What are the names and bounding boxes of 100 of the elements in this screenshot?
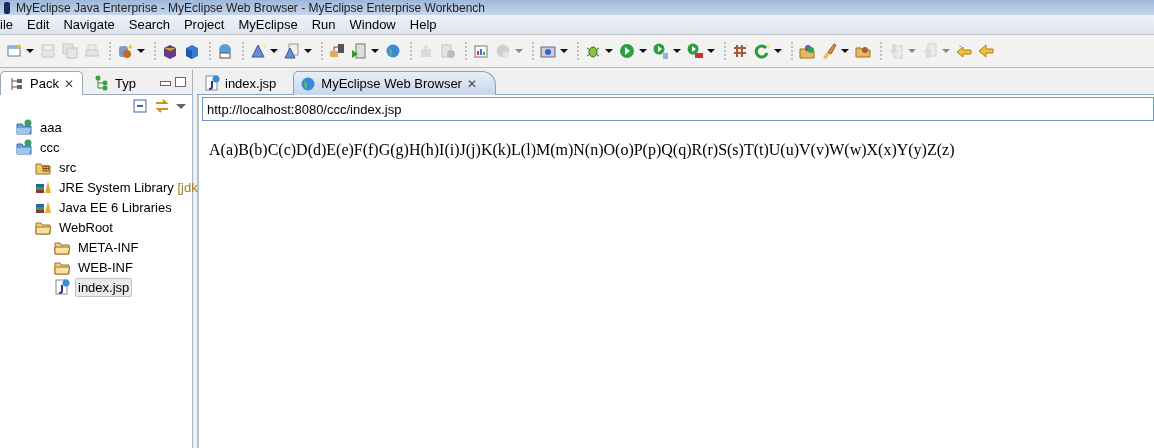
toolbar-button[interactable] (653, 43, 681, 59)
cube-icon (162, 43, 178, 59)
maximize-icon[interactable] (175, 77, 186, 87)
folder-icon (54, 239, 70, 255)
toolbar-button[interactable] (540, 43, 568, 59)
app-icon (4, 2, 10, 14)
save-all-icon (62, 43, 78, 59)
save-icon (40, 43, 56, 59)
close-icon[interactable]: ✕ (466, 76, 477, 91)
toolbar-button[interactable] (117, 43, 145, 59)
up-arrow-page-icon (922, 43, 938, 59)
bug-icon (585, 43, 601, 59)
grid-icon (732, 43, 748, 59)
run-toolbox-icon (687, 43, 703, 59)
tree-item[interactable]: src (56, 157, 80, 177)
menu-item[interactable]: MyEclipse (231, 17, 305, 32)
jsp-file-icon (54, 279, 70, 295)
run-list-icon (653, 43, 669, 59)
editor-tab[interactable]: MyEclipse Web Browser ✕ (293, 71, 496, 95)
project-folder-icon (16, 119, 32, 135)
caret-icon (270, 49, 278, 53)
caret-icon (304, 49, 312, 53)
tree-item[interactable]: ccc (37, 137, 63, 157)
view-tab[interactable]: Pack ✕ (0, 71, 83, 95)
camera-icon (540, 43, 556, 59)
toolbar-button[interactable] (329, 43, 345, 59)
new-window-icon (6, 43, 22, 59)
menu-item[interactable]: Window (342, 17, 403, 32)
tree-item[interactable]: index.jsp (75, 277, 133, 297)
left-arrow-icon (978, 43, 994, 59)
menu-item[interactable]: Project (176, 17, 232, 32)
view-tab[interactable]: Typ (84, 71, 145, 94)
globe-icon (385, 43, 401, 59)
close-icon[interactable]: ✕ (63, 76, 74, 91)
toolbar-button[interactable] (250, 43, 278, 59)
caret-icon (515, 49, 523, 53)
tree-item[interactable]: WEB-INF (75, 257, 136, 277)
menu-item[interactable]: Run (304, 17, 343, 32)
caret-icon (605, 49, 613, 53)
window-title: MyEclipse Java Enterprise - MyEclipse Web Browser - MyEclipse Enterprise Workbench (16, 1, 486, 15)
hierarchy-icon (93, 75, 110, 91)
page-text: A(a)B(b)C(c)D(d)E(e)F(f)G(g)H(h)I(i)J(j)K(k)L(l)M(m)N(n)O(o)P(p)Q(q)R(r)S(s)T(t)U(u)V(v)W(w)X(x)Y(y)Z(z) (208, 140, 956, 161)
globe-page-icon (495, 43, 511, 59)
toolbar-button[interactable] (585, 43, 613, 59)
printer-icon (84, 43, 100, 59)
address-field[interactable]: http://localhost:8080/ccc/index.jsp (202, 97, 1154, 121)
editor-tab[interactable]: index.jsp (197, 71, 292, 94)
tree-item[interactable]: META-INF (75, 237, 142, 257)
caret-icon (707, 49, 715, 53)
toolbar-button[interactable] (821, 43, 849, 59)
toolbar-button[interactable] (351, 43, 379, 59)
caret-icon (942, 49, 950, 53)
caret-icon (137, 49, 145, 53)
globe-badge-icon (217, 43, 233, 59)
server-run-icon (351, 43, 367, 59)
toolbar-button[interactable] (619, 43, 647, 59)
link-arrows-icon[interactable] (154, 98, 170, 114)
database-icon (117, 43, 133, 59)
toolbar-button[interactable] (754, 43, 782, 59)
view-menu-icon[interactable] (176, 103, 186, 109)
chart-page-icon (473, 43, 489, 59)
folder-icon (35, 219, 51, 235)
tree-item[interactable]: Java EE 6 Libraries (56, 197, 175, 217)
menu-item[interactable]: Help (402, 17, 444, 32)
tree-item[interactable]: WebRoot (56, 217, 116, 237)
brush-icon (821, 43, 837, 59)
caret-icon (371, 49, 379, 53)
down-arrow-page-icon (888, 43, 904, 59)
toolbar-button[interactable] (687, 43, 715, 59)
caret-icon (673, 49, 681, 53)
caret-icon (26, 49, 34, 53)
refresh-icon (754, 43, 770, 59)
triangle-page-icon (284, 43, 300, 59)
caret-icon (560, 49, 568, 53)
menu-item[interactable]: Navigate (56, 17, 122, 32)
globe-icon (300, 75, 317, 92)
jsp-file-icon (204, 75, 220, 91)
minimize-icon[interactable] (160, 81, 171, 86)
menu-item[interactable]: ile (0, 17, 20, 32)
menu-item[interactable]: Edit (20, 17, 57, 32)
folder-icon (54, 259, 70, 275)
box-icon (184, 43, 200, 59)
toolbar-button[interactable] (162, 43, 178, 59)
tree-item[interactable]: JRE System Library [jdk (56, 177, 201, 197)
page-arrow-icon (440, 43, 456, 59)
run-icon (619, 43, 635, 59)
collapse-all-icon[interactable] (132, 98, 148, 114)
caret-icon (908, 49, 916, 53)
star-arrow-icon (956, 43, 972, 59)
caret-icon (841, 49, 849, 53)
menu-item[interactable]: Search (121, 17, 177, 32)
tree-item[interactable]: aaa (37, 117, 65, 137)
toolbar-button[interactable] (6, 43, 34, 59)
wizard-triangle-icon (250, 43, 266, 59)
folder-people-icon (799, 43, 815, 59)
caret-icon (774, 49, 782, 53)
toolbar-button[interactable] (184, 43, 200, 59)
package-tree-icon (9, 75, 25, 92)
caret-icon (639, 49, 647, 53)
toolbar-button[interactable] (284, 43, 312, 59)
